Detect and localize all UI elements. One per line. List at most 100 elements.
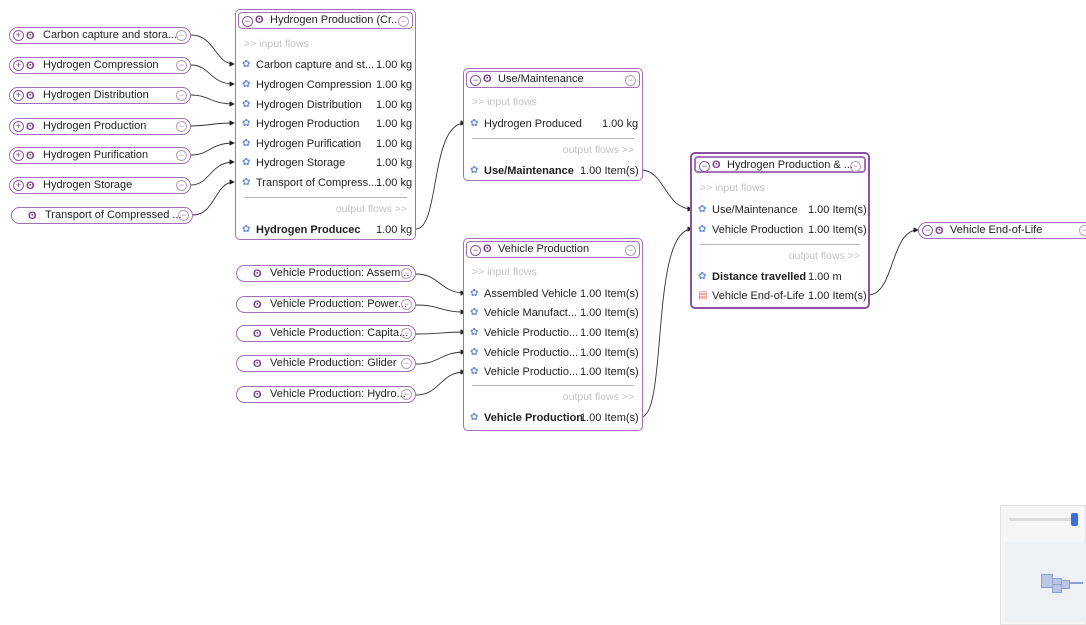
collapse-icon[interactable]: − (178, 210, 189, 221)
collapse-icon[interactable]: − (401, 328, 412, 339)
process-icon: ʘ (935, 225, 944, 237)
collapse-icon[interactable]: − (176, 121, 187, 132)
expand-icon[interactable]: + (13, 30, 24, 41)
collapse-icon[interactable]: − (176, 180, 187, 191)
flow-row[interactable]: ✿ Hydrogen Compression 1.00 kg (242, 77, 412, 93)
collapse-icon[interactable]: − (625, 245, 636, 256)
input-pill-vehicle-hydro[interactable]: ʘ Vehicle Production: Hydro... − (236, 386, 416, 403)
collapse-icon[interactable]: − (401, 299, 412, 310)
collapse-icon[interactable]: − (470, 245, 481, 256)
collapse-icon[interactable]: − (1079, 225, 1086, 236)
input-pill-hydrogen-storage[interactable]: + ʘ Hydrogen Storage − (9, 177, 191, 194)
flow-row[interactable]: ✿ Vehicle Productio... 1.00 Item(s) (470, 364, 640, 380)
input-pill-vehicle-power[interactable]: ʘ Vehicle Production: Power... − (236, 296, 416, 313)
collapse-icon[interactable]: − (401, 268, 412, 279)
flow-icon: ✿ (242, 99, 251, 110)
process-icon: ʘ (483, 73, 492, 85)
flow-row[interactable]: ✿ Vehicle Productio... 1.00 Item(s) (470, 345, 640, 361)
minimap-viewport[interactable] (1005, 542, 1086, 622)
input-pill-vehicle-capital[interactable]: ʘ Vehicle Production: Capita... − (236, 325, 416, 342)
flow-icon: ✿ (698, 204, 707, 215)
process-icon: ʘ (26, 180, 35, 192)
node-header[interactable]: − ʘ Vehicle Production − (466, 241, 640, 258)
flow-value: 1.00 kg (376, 118, 413, 130)
output-flow-row[interactable]: ✿ Use/Maintenance 1.00 Item(s) (470, 163, 640, 179)
flow-row[interactable]: ✿ Transport of Compress... 1.00 kg (242, 175, 412, 191)
expand-icon[interactable]: + (13, 180, 24, 191)
flow-row[interactable]: ✿ Vehicle Production 1.00 Item(s) (698, 222, 868, 238)
output-flow-row[interactable]: ✿ Vehicle Production 1.00 Item(s) (470, 410, 640, 426)
collapse-icon[interactable]: − (176, 150, 187, 161)
node-header[interactable]: − ʘ Hydrogen Production (Cr... − (238, 12, 413, 29)
input-pill-hydrogen-compression[interactable]: + ʘ Hydrogen Compression − (9, 57, 191, 74)
flow-row[interactable]: ✿ Assembled Vehicle 1.00 Item(s) (470, 286, 640, 302)
flow-name: Hydrogen Compression (256, 79, 372, 91)
pill-label: Hydrogen Distribution (43, 89, 149, 101)
input-pill-hydrogen-purification[interactable]: + ʘ Hydrogen Purification − (9, 147, 191, 164)
minimap[interactable] (1000, 505, 1086, 625)
flow-value: 1.00 Item(s) (580, 366, 639, 378)
input-pill-hydrogen-distribution[interactable]: + ʘ Hydrogen Distribution − (9, 87, 191, 104)
node-vehicle-production[interactable]: − ʘ Vehicle Production − >> input flows … (463, 238, 643, 431)
flow-row[interactable]: ✿ Hydrogen Storage 1.00 kg (242, 155, 412, 171)
expand-icon[interactable]: + (13, 90, 24, 101)
pill-label: Hydrogen Storage (43, 179, 133, 191)
flow-icon: ✿ (242, 59, 251, 70)
output-flow-row[interactable]: ▤ Vehicle End-of-Life 1.00 Item(s) (698, 288, 868, 304)
node-header[interactable]: − ʘ Use/Maintenance − (466, 71, 640, 88)
flow-row[interactable]: ✿ Hydrogen Production 1.00 kg (242, 116, 412, 132)
node-use-maintenance[interactable]: − ʘ Use/Maintenance − >> input flows ✿ H… (463, 68, 643, 181)
flow-value: 1.00 Item(s) (580, 288, 639, 300)
flow-row[interactable]: ✿ Use/Maintenance 1.00 Item(s) (698, 202, 868, 218)
input-pill-vehicle-glider[interactable]: ʘ Vehicle Production: Glider − (236, 355, 416, 372)
expand-icon[interactable]: + (13, 121, 24, 132)
collapse-icon[interactable]: − (242, 16, 253, 27)
input-pill-carbon-capture[interactable]: + ʘ Carbon capture and stora... − (9, 27, 191, 44)
expand-icon[interactable]: − (922, 225, 933, 236)
flow-row[interactable]: ✿ Hydrogen Purification 1.00 kg (242, 136, 412, 152)
output-flow-row[interactable]: ✿ Hydrogen Producec 1.00 kg (242, 222, 412, 238)
input-pill-vehicle-assembly[interactable]: ʘ Vehicle Production: Assem... − (236, 265, 416, 282)
flow-name: Vehicle Manufact... (484, 307, 577, 319)
collapse-icon[interactable]: − (398, 16, 409, 27)
expand-icon[interactable]: + (13, 60, 24, 71)
flow-value: 1.00 Item(s) (580, 347, 639, 359)
input-pill-hydrogen-production[interactable]: + ʘ Hydrogen Production − (9, 118, 191, 135)
process-icon: ʘ (253, 328, 262, 340)
collapse-icon[interactable]: − (401, 389, 412, 400)
flow-row[interactable]: ✿ Hydrogen Produced 1.00 kg (470, 116, 640, 132)
output-flow-row[interactable]: ✿ Distance travelled 1.00 m (698, 269, 868, 285)
collapse-icon[interactable]: − (401, 358, 412, 369)
zoom-slider-track[interactable] (1009, 518, 1079, 521)
collapse-icon[interactable]: − (470, 75, 481, 86)
flow-icon: ✿ (470, 347, 479, 358)
separator (472, 138, 634, 139)
collapse-icon[interactable]: − (176, 30, 187, 41)
collapse-icon[interactable]: − (699, 161, 710, 172)
pill-label: Vehicle Production: Assem... (270, 267, 410, 279)
flow-row[interactable]: ✿ Vehicle Manufact... 1.00 Item(s) (470, 305, 640, 321)
flow-row[interactable]: ✿ Vehicle Productio... 1.00 Item(s) (470, 325, 640, 341)
collapse-icon[interactable]: − (625, 75, 636, 86)
input-flows-label: >> input flows (472, 266, 537, 278)
input-pill-transport-compressed[interactable]: ʘ Transport of Compressed ... − (11, 207, 193, 224)
collapse-icon[interactable]: − (850, 161, 861, 172)
node-hydrogen-production[interactable]: − ʘ Hydrogen Production (Cr... − >> inpu… (235, 9, 416, 240)
flow-value: 1.00 kg (376, 99, 413, 111)
collapse-icon[interactable]: − (176, 90, 187, 101)
expand-icon[interactable]: + (13, 150, 24, 161)
pill-label: Vehicle End-of-Life (950, 224, 1043, 236)
flow-value: 1.00 Item(s) (808, 224, 867, 236)
output-pill-vehicle-end-of-life[interactable]: − ʘ Vehicle End-of-Life − (918, 222, 1086, 239)
node-title: Use/Maintenance (498, 73, 584, 85)
separator (700, 244, 860, 245)
node-header[interactable]: − ʘ Hydrogen Production & ... − (694, 156, 866, 173)
flow-value: 1.00 kg (376, 59, 413, 71)
node-hydrogen-production-and[interactable]: − ʘ Hydrogen Production & ... − >> input… (690, 152, 870, 309)
flow-row[interactable]: ✿ Hydrogen Distribution 1.00 kg (242, 97, 412, 113)
separator (244, 197, 407, 198)
collapse-icon[interactable]: − (176, 60, 187, 71)
flow-row[interactable]: ✿ Carbon capture and st... 1.00 kg (242, 57, 412, 73)
flow-name: Hydrogen Produced (484, 118, 582, 130)
zoom-slider-thumb[interactable] (1071, 513, 1078, 526)
